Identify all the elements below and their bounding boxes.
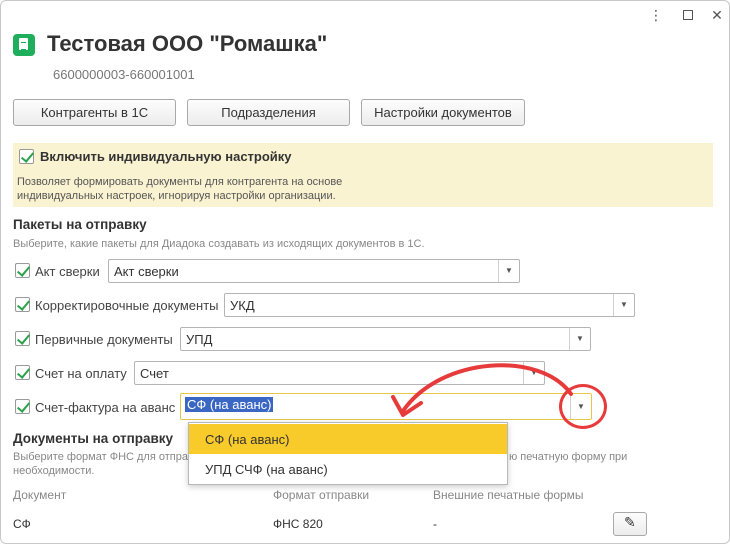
advance-invoice-dropdown: СФ (на аванс) УПД СЧФ (на аванс) bbox=[188, 422, 508, 485]
dropdown-option-upd-schf-advance[interactable]: УПД СЧФ (на аванс) bbox=[189, 454, 507, 484]
annotation-circle bbox=[559, 384, 607, 429]
dropdown-option-label: УПД СЧФ (на аванс) bbox=[205, 462, 328, 477]
window: ⋮ ✕ Тестовая ООО "Ромашка" 6600000003-66… bbox=[0, 0, 730, 544]
dropdown-option-label: СФ (на аванс) bbox=[205, 432, 290, 447]
dropdown-option-sf-advance[interactable]: СФ (на аванс) bbox=[189, 424, 507, 454]
